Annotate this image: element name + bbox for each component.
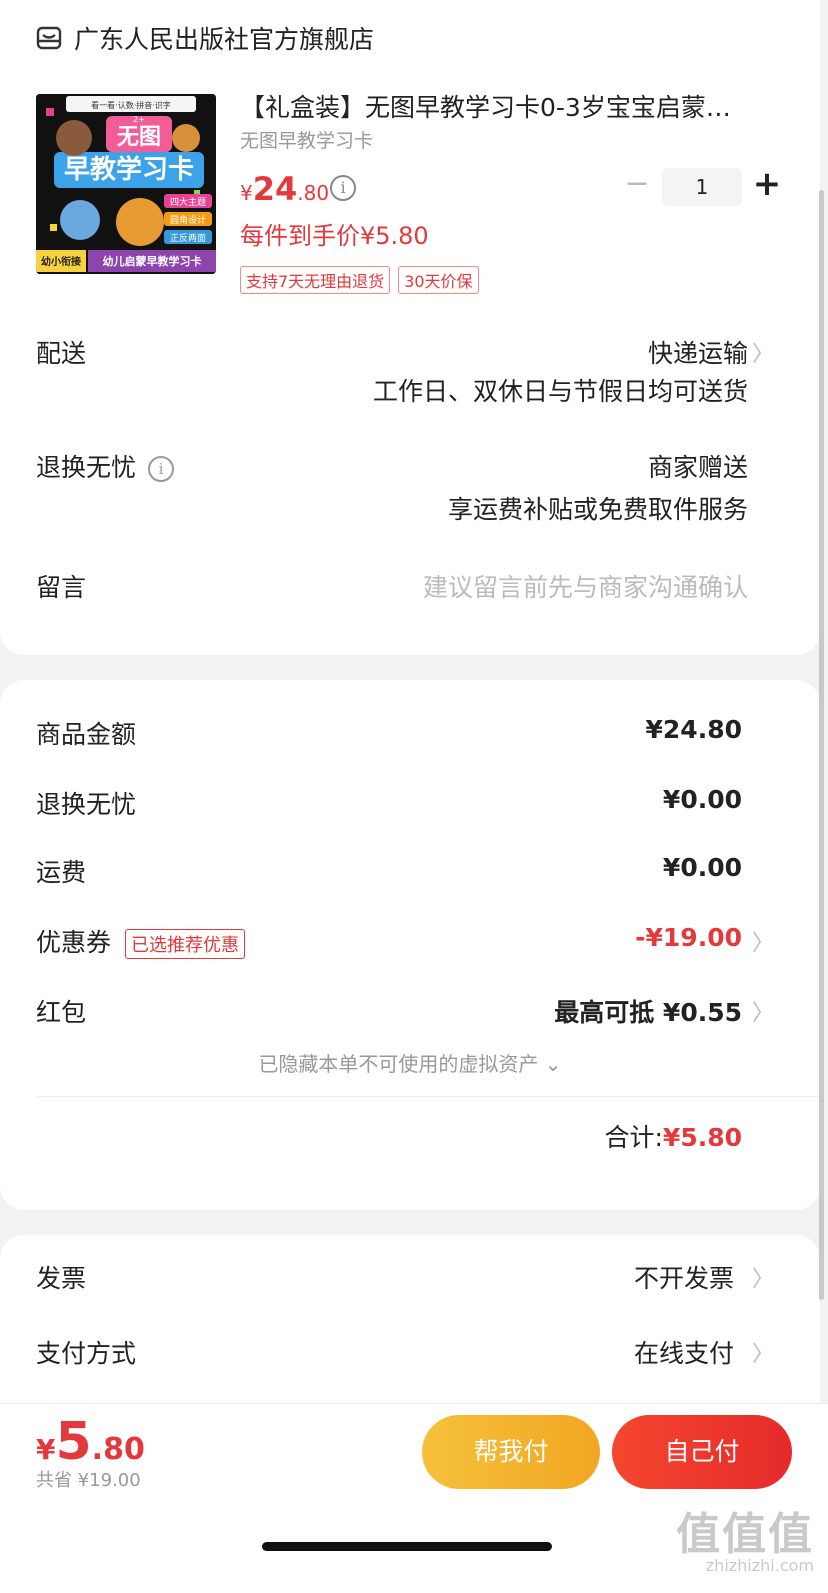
invoice-chevron-icon[interactable]: 〉	[752, 1261, 774, 1293]
quantity-minus-button[interactable]: −	[622, 169, 652, 200]
delivery-note: 工作日、双休日与节假日均可送货	[372, 377, 748, 406]
footer-yen: ¥	[36, 1433, 56, 1466]
product-image-badge: 2+	[133, 115, 145, 124]
footer-saved: 共省 ¥19.00	[36, 1470, 141, 1491]
unit-price: 每件到手价¥5.80	[240, 222, 429, 250]
footer-total-price: ¥ 5 .80	[36, 1412, 145, 1472]
shipping-label: 运费	[36, 858, 87, 887]
product-image-top-banner: 看一看·认数·拼音·识字	[91, 100, 171, 110]
delivery-chevron-icon[interactable]: 〉	[752, 336, 774, 368]
product-image-chip1: 四大主题	[170, 196, 206, 208]
scrollbar[interactable]	[819, 190, 824, 1300]
message-input[interactable]: 建议留言前先与商家沟通确认	[423, 568, 748, 604]
total-value: ¥5.80	[662, 1123, 742, 1152]
payment-method-label: 支付方式	[36, 1339, 137, 1368]
redpack-label: 红包	[36, 998, 87, 1027]
delivery-method[interactable]: 快递运输	[648, 334, 748, 370]
goods-amount-label: 商品金额	[36, 720, 137, 749]
price-info-icon[interactable]: i	[330, 175, 356, 201]
payment-card: 发票 不开发票 〉 支付方式 在线支付 〉	[0, 1235, 820, 1425]
product-image-bottom-text: 幼儿启蒙早教学习卡	[103, 254, 202, 268]
price-yen: ¥	[240, 181, 253, 205]
help-pay-button[interactable]: 帮我付	[422, 1415, 600, 1489]
hidden-assets-toggle[interactable]: 已隐藏本单不可使用的虚拟资产 ⌄	[0, 1048, 820, 1077]
total-label: 合计:	[604, 1123, 663, 1152]
returns-fee-label: 退换无忧	[36, 790, 137, 819]
coupon-tag: 已选推荐优惠	[125, 929, 246, 959]
coupon-value[interactable]: -¥19.00	[635, 923, 742, 952]
store-name: 广东人民出版社官方旗舰店	[74, 25, 375, 54]
coupon-row[interactable]: 优惠券 已选推荐优惠	[36, 923, 246, 959]
product-image-chip3: 正反两面	[170, 233, 206, 244]
store-row[interactable]: 广东人民出版社官方旗舰店	[36, 20, 374, 56]
quantity-plus-button[interactable]: +	[750, 167, 784, 202]
tag-price-protect: 30天价保	[398, 266, 479, 294]
product-image-left-tag: 幼小衔接	[41, 255, 81, 268]
product-image[interactable]: 看一看·认数·拼音·识字 2+ 无图 早教学习卡 四大主题 圆角设计 正反两面 …	[36, 94, 216, 274]
redpack-value[interactable]: 最高可抵 ¥0.55	[554, 993, 742, 1029]
returns-note: 享运费补贴或免费取件服务	[447, 495, 748, 524]
product-subtitle: 无图早教学习卡	[240, 130, 374, 152]
footer-int: 5	[55, 1412, 92, 1472]
payment-chevron-icon[interactable]: 〉	[752, 1336, 774, 1368]
returns-info-icon[interactable]: i	[148, 456, 175, 482]
returns-label-row: 退换无忧 i	[36, 448, 175, 484]
footer-dec: .80	[91, 1432, 145, 1467]
summary-divider	[36, 1096, 820, 1097]
tag-return: 支持7天无理由退货	[240, 266, 391, 294]
product-image-chip2: 圆角设计	[170, 214, 206, 226]
order-card: 广东人民出版社官方旗舰店 看一看·认数·拼音·识字 2+ 无图 早教学习卡 四大…	[0, 0, 820, 655]
service-tags: 支持7天无理由退货 30天价保	[240, 266, 479, 294]
coupon-chevron-icon[interactable]: 〉	[752, 925, 774, 957]
product-image-title2: 早教学习卡	[64, 154, 194, 185]
product-image-title1: 无图	[117, 125, 161, 150]
total-row: 合计:¥5.80	[604, 1118, 742, 1154]
self-pay-button[interactable]: 自己付	[612, 1415, 792, 1489]
product-title[interactable]: 【礼盒装】无图早教学习卡0-3岁宝宝启蒙…	[240, 88, 770, 124]
coupon-label: 优惠券	[36, 928, 112, 957]
returns-fee-value: ¥0.00	[662, 785, 742, 814]
summary-card: 商品金额 ¥24.80 退换无忧 ¥0.00 运费 ¥0.00 优惠券 已选推荐优…	[0, 680, 820, 1210]
home-indicator[interactable]	[262, 1542, 552, 1551]
returns-value: 商家赠送	[647, 453, 748, 482]
payment-method-value[interactable]: 在线支付	[634, 1334, 734, 1370]
quantity-input[interactable]: 1	[662, 168, 742, 206]
price-int: 24	[252, 170, 298, 208]
watermark-url: zhizhizhi.com	[705, 1556, 814, 1575]
returns-label: 退换无忧	[36, 453, 137, 482]
invoice-label: 发票	[36, 1264, 87, 1293]
product-price: ¥ 24 .80	[240, 170, 329, 208]
store-icon	[36, 26, 62, 50]
delivery-label: 配送	[36, 339, 87, 368]
message-label: 留言	[36, 573, 87, 602]
shipping-value: ¥0.00	[662, 853, 742, 882]
goods-amount-value: ¥24.80	[645, 715, 742, 744]
redpack-chevron-icon[interactable]: 〉	[752, 995, 774, 1027]
watermark-logo: 值值值	[676, 1509, 814, 1560]
invoice-value[interactable]: 不开发票	[634, 1259, 734, 1295]
price-dec: .80	[297, 181, 330, 205]
